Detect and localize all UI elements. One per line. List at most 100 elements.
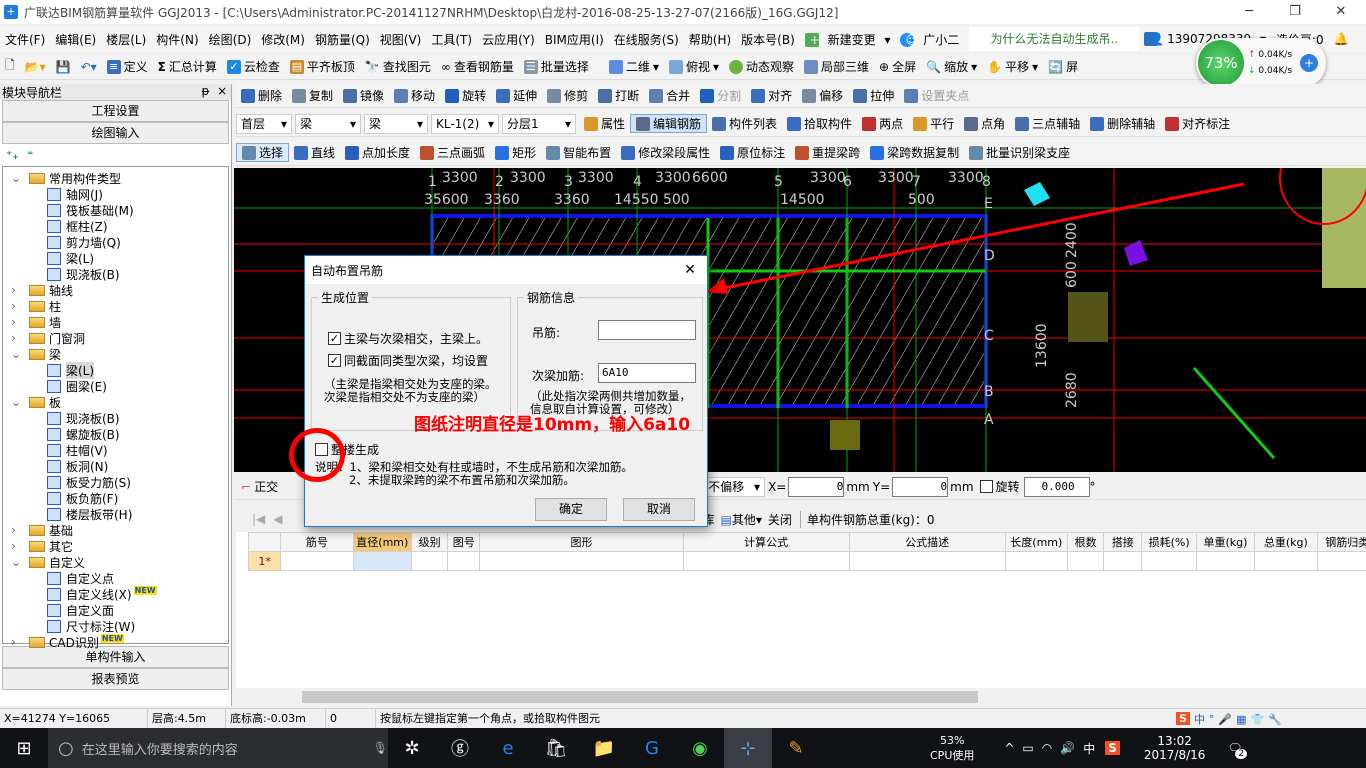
scrollbar-thumb[interactable] — [302, 691, 978, 703]
x-input[interactable]: 0 — [788, 476, 845, 497]
tree-item[interactable]: 自定义面 — [3, 602, 228, 618]
menu-help[interactable]: 帮助(H) — [684, 31, 736, 48]
tree-folder[interactable]: › 柱 — [3, 298, 228, 314]
rotate-input[interactable]: 0.000 — [1023, 476, 1090, 497]
toolbar_prop-button-5[interactable]: 平行 — [908, 115, 959, 132]
tree-item[interactable]: 现浇板(B) — [3, 410, 228, 426]
column-header[interactable]: 计算公式 — [682, 532, 850, 552]
toolbar_prop-button-6[interactable]: 点角 — [959, 115, 1010, 132]
same-section-checkbox[interactable]: ✓ — [328, 354, 341, 367]
menu-bim[interactable]: BIM应用(I) — [540, 31, 609, 48]
chevron-down-icon[interactable]: ⌄ — [11, 395, 29, 409]
column-header[interactable]: 公式描述 — [848, 532, 1006, 552]
toolbar_prop-button-8[interactable]: 删除辅轴 — [1085, 115, 1160, 132]
question-link[interactable]: 为什么无法自动生成吊.. — [969, 27, 1140, 51]
secondary-rebar-input[interactable]: 6A10 — [598, 363, 696, 383]
bell-icon[interactable]: 🔔 — [1329, 32, 1354, 46]
tree-item[interactable]: 现浇板(B) — [3, 266, 228, 282]
same-section-option[interactable]: ✓ 同截面同类型次梁，均设置 — [328, 352, 488, 369]
tree-folder[interactable]: ⌄ 常用构件类型 — [3, 170, 228, 186]
tree-item[interactable]: 筏板基础(M) — [3, 202, 228, 218]
tree-item[interactable]: 轴网(J) — [3, 186, 228, 202]
toolbar-calc[interactable]: Σ 汇总计算 — [153, 58, 222, 75]
tree-item[interactable]: 板洞(N) — [3, 458, 228, 474]
table-cell[interactable] — [479, 551, 684, 571]
tree-folder[interactable]: › 门窗洞 — [3, 330, 228, 346]
offset-select[interactable]: 不偏移 ▾ — [703, 476, 766, 497]
report-preview-button[interactable]: 报表预览 — [2, 668, 229, 690]
table-cell[interactable] — [1254, 551, 1318, 571]
toolbar_prop-button-2[interactable]: 构件列表 — [707, 115, 782, 132]
notes-app-icon[interactable]: ✎ — [772, 728, 820, 768]
close-rebar-button[interactable]: 关闭 — [768, 511, 792, 528]
menu-modify[interactable]: 修改(M) — [256, 31, 310, 48]
toolbar_edit-button-8[interactable]: 合并 — [644, 87, 695, 104]
table-cell[interactable] — [1066, 551, 1105, 571]
toolbar_edit-button-0[interactable]: 删除 — [236, 87, 287, 104]
tray-ime[interactable]: 中 — [1083, 740, 1095, 757]
prev-record-icon[interactable]: ◀ — [273, 512, 282, 526]
ortho-button[interactable]: ⌐ 正交 — [236, 478, 283, 495]
toolbar_prop-button-0[interactable]: 属性 — [579, 115, 630, 132]
main-beam-checkbox[interactable]: ✓ — [328, 332, 341, 345]
floor-select[interactable]: 首层 ▾ — [236, 113, 292, 134]
tree-folder[interactable]: ⌄ 梁 — [3, 346, 228, 362]
column-header[interactable]: 搭接 — [1103, 532, 1143, 552]
clock[interactable]: 13:02 2017/8/16 — [1144, 734, 1206, 762]
toolbar_edit-button-7[interactable]: 打断 — [593, 87, 644, 104]
toolbar_draw-button-1[interactable]: 直线 — [289, 144, 340, 161]
menu-rebar[interactable]: 钢筋量(Q) — [310, 31, 375, 48]
chevron-right-icon[interactable]: › — [11, 315, 29, 329]
tree-item[interactable]: 板受力筋(S) — [3, 474, 228, 490]
toolbar_draw-button-4[interactable]: 矩形 — [490, 144, 541, 161]
sogou-ime-icon[interactable]: S — [1176, 712, 1190, 725]
toolbar-define[interactable]: ≡ 定义 — [102, 58, 153, 75]
taskbar-app-g-icon[interactable]: ⓖ — [436, 728, 484, 768]
column-header[interactable]: 图号 — [447, 532, 481, 552]
column-header[interactable]: 根数 — [1066, 532, 1105, 552]
toolbar_prop-button-4[interactable]: 两点 — [857, 115, 908, 132]
toolbar_edit-button-10[interactable]: 对齐 — [746, 87, 797, 104]
ok-button[interactable]: 确定 — [535, 498, 607, 521]
tree-folder[interactable]: ⌄ 板 — [3, 394, 228, 410]
plus-icon[interactable]: + — [1300, 54, 1318, 72]
toolbar_edit-button-1[interactable]: 复制 — [287, 87, 338, 104]
toolbar-pan[interactable]: ✋ 平移 ▾ — [982, 58, 1043, 75]
column-header[interactable]: 总重(kg) — [1254, 532, 1318, 552]
toolbar_edit-button-9[interactable]: 分割 — [695, 87, 746, 104]
chevron-down-icon[interactable]: ⌄ — [11, 171, 29, 185]
maximize-button[interactable]: ❐ — [1272, 0, 1318, 24]
column-header[interactable]: 损耗(%) — [1141, 532, 1197, 552]
tree-folder[interactable]: › 墙 — [3, 314, 228, 330]
chevron-right-icon[interactable]: › — [11, 635, 29, 649]
drawing-input-button[interactable]: 绘图输入 — [2, 122, 229, 144]
menu-component[interactable]: 构件(N) — [151, 31, 203, 48]
table-cell[interactable] — [352, 551, 412, 571]
tree-item[interactable]: 圈梁(E) — [3, 378, 228, 394]
toolbar-find[interactable]: 🔭 查找图元 — [360, 58, 436, 75]
toolbar_draw-button-2[interactable]: 点加长度 — [340, 144, 415, 161]
ggj-app-icon[interactable]: ⊹ — [724, 728, 772, 768]
collapse-all-icon[interactable]: ⁼ — [27, 148, 33, 162]
toolbar_edit-button-13[interactable]: 设置夹点 — [899, 87, 974, 104]
column-header[interactable]: 直径(mm) — [352, 532, 412, 552]
table-cell[interactable] — [280, 551, 354, 571]
rotate-checkbox[interactable] — [979, 480, 993, 493]
toolbar-orbit[interactable]: 动态观察 — [724, 58, 799, 75]
toolbar_edit-button-4[interactable]: 旋转 — [440, 87, 491, 104]
table-cell[interactable] — [1141, 551, 1197, 571]
layer-select[interactable]: 分层1 ▾ — [502, 113, 576, 134]
tree-item[interactable]: 柱帽(V) — [3, 442, 228, 458]
first-record-icon[interactable]: |◀ — [252, 512, 265, 526]
toolbar_edit-button-3[interactable]: 移动 — [389, 87, 440, 104]
chevron-right-icon[interactable]: › — [11, 283, 29, 297]
menu-tools[interactable]: 工具(T) — [426, 31, 477, 48]
toolbar_edit-button-12[interactable]: 拉伸 — [848, 87, 899, 104]
column-header[interactable]: 单重(kg) — [1195, 532, 1256, 552]
table-cell[interactable] — [1103, 551, 1143, 571]
table-row[interactable]: 1* — [247, 551, 1366, 571]
toolbar-top-view[interactable]: 俯视 ▾ — [664, 58, 724, 75]
toolbar-2d[interactable]: 二维 ▾ — [604, 58, 664, 75]
toolbar_draw-button-8[interactable]: 重提梁跨 — [790, 144, 865, 161]
toolbar_draw-button-3[interactable]: 三点画弧 — [415, 144, 490, 161]
